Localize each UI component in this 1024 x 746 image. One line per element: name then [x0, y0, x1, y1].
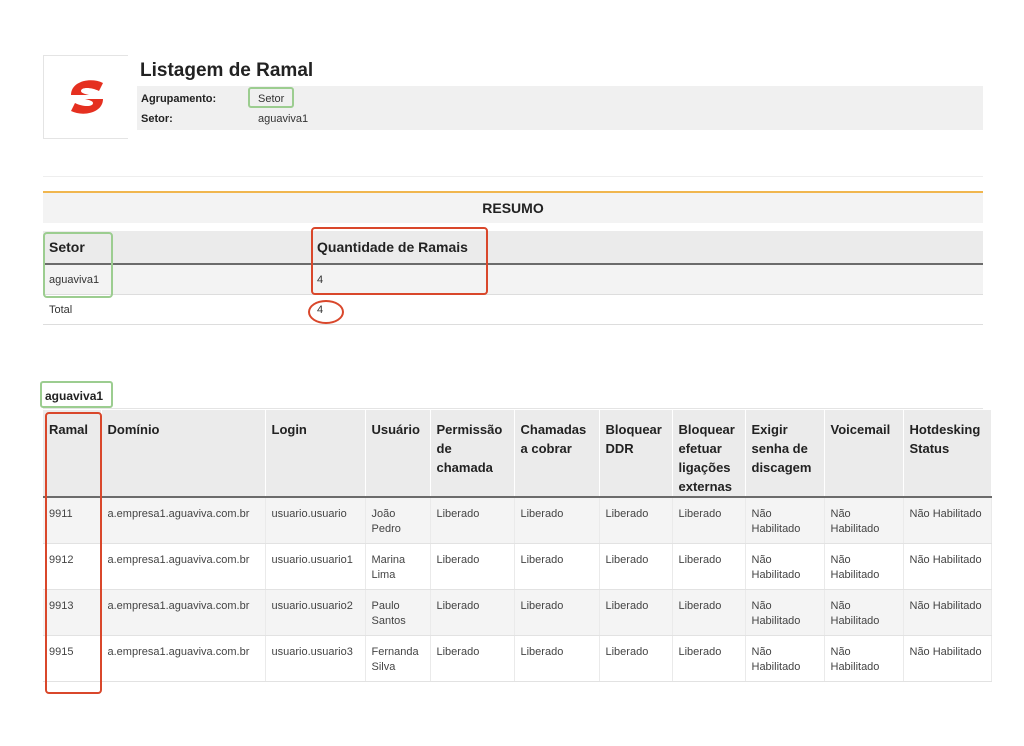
highlight-grouping-value	[248, 87, 294, 108]
cell-bloquear-externas: Liberado	[672, 543, 746, 590]
cell-bloquear-ddr: Liberado	[599, 635, 673, 682]
col-login: Login	[265, 410, 366, 498]
highlight-group-heading	[40, 381, 113, 408]
grouping-label: Agrupamento:	[141, 93, 217, 105]
cell-login: usuario.usuario	[265, 497, 366, 544]
cell-permissao: Liberado	[430, 635, 515, 682]
brand-logo-icon	[71, 80, 103, 114]
cell-bloquear-externas: Liberado	[672, 589, 746, 636]
cell-chamadas-cobrar: Liberado	[514, 635, 600, 682]
sector-label: Setor:	[141, 113, 173, 125]
summary-row: aguaviva1 4	[43, 264, 983, 295]
col-voicemail: Voicemail	[824, 410, 904, 498]
highlight-quantidade-column	[311, 227, 488, 295]
highlight-total-value	[308, 300, 344, 324]
cell-bloquear-ddr: Liberado	[599, 497, 673, 544]
cell-hotdesking: Não Habilitado	[903, 589, 992, 636]
cell-dominio: a.empresa1.aguaviva.com.br	[101, 635, 266, 682]
summary-total-row: Total 4	[43, 294, 983, 325]
cell-dominio: a.empresa1.aguaviva.com.br	[101, 589, 266, 636]
col-bloquear-ddr: Bloquear DDR	[599, 410, 673, 498]
cell-login: usuario.usuario1	[265, 543, 366, 590]
extensions-table: Ramal Domínio Login Usuário Permissão de…	[43, 410, 992, 682]
table-row: 9911 a.empresa1.aguaviva.com.br usuario.…	[43, 497, 992, 544]
table-row: 9912 a.empresa1.aguaviva.com.br usuario.…	[43, 543, 992, 590]
cell-chamadas-cobrar: Liberado	[514, 497, 600, 544]
cell-voicemail: Não Habilitado	[824, 589, 904, 636]
cell-exigir-senha: Não Habilitado	[745, 635, 825, 682]
divider	[43, 408, 983, 409]
cell-bloquear-externas: Liberado	[672, 497, 746, 544]
cell-hotdesking: Não Habilitado	[903, 543, 992, 590]
cell-usuario: Paulo Santos	[365, 589, 431, 636]
cell-bloquear-ddr: Liberado	[599, 589, 673, 636]
cell-usuario: Marina Lima	[365, 543, 431, 590]
cell-dominio: a.empresa1.aguaviva.com.br	[101, 497, 266, 544]
cell-usuario: Fernanda Silva	[365, 635, 431, 682]
summary-header-row: Setor Quantidade de Ramais	[43, 231, 983, 265]
col-bloquear-externas: Bloquear efetuar ligações externas	[672, 410, 746, 498]
summary-total-label: Total	[43, 294, 311, 325]
col-usuario: Usuário	[365, 410, 431, 498]
cell-login: usuario.usuario2	[265, 589, 366, 636]
cell-chamadas-cobrar: Liberado	[514, 543, 600, 590]
cell-permissao: Liberado	[430, 497, 515, 544]
cell-hotdesking: Não Habilitado	[903, 497, 992, 544]
cell-bloquear-ddr: Liberado	[599, 543, 673, 590]
col-exigir-senha: Exigir senha de discagem	[745, 410, 825, 498]
table-header-row: Ramal Domínio Login Usuário Permissão de…	[43, 410, 992, 498]
highlight-ramal-column	[45, 412, 102, 694]
cell-exigir-senha: Não Habilitado	[745, 543, 825, 590]
cell-login: usuario.usuario3	[265, 635, 366, 682]
col-permissao: Permissão de chamada	[430, 410, 515, 498]
cell-exigir-senha: Não Habilitado	[745, 497, 825, 544]
col-dominio: Domínio	[101, 410, 266, 498]
col-chamadas-cobrar: Chamadas a cobrar	[514, 410, 600, 498]
highlight-setor-column	[43, 232, 113, 298]
col-hotdesking: Hotdesking Status	[903, 410, 992, 498]
logo-box	[43, 55, 128, 139]
cell-permissao: Liberado	[430, 543, 515, 590]
summary-table: Setor Quantidade de Ramais aguaviva1 4 T…	[43, 231, 983, 325]
divider	[43, 176, 983, 177]
summary-total-value: 4	[311, 294, 983, 325]
cell-permissao: Liberado	[430, 589, 515, 636]
cell-hotdesking: Não Habilitado	[903, 635, 992, 682]
cell-dominio: a.empresa1.aguaviva.com.br	[101, 543, 266, 590]
cell-voicemail: Não Habilitado	[824, 497, 904, 544]
summary-title: RESUMO	[43, 193, 983, 223]
cell-usuario: João Pedro	[365, 497, 431, 544]
sector-value: aguaviva1	[258, 113, 309, 125]
cell-voicemail: Não Habilitado	[824, 543, 904, 590]
table-row: 9913 a.empresa1.aguaviva.com.br usuario.…	[43, 589, 992, 636]
cell-voicemail: Não Habilitado	[824, 635, 904, 682]
table-row: 9915 a.empresa1.aguaviva.com.br usuario.…	[43, 635, 992, 682]
page-title: Listagem de Ramal	[140, 60, 314, 81]
cell-exigir-senha: Não Habilitado	[745, 589, 825, 636]
cell-bloquear-externas: Liberado	[672, 635, 746, 682]
cell-chamadas-cobrar: Liberado	[514, 589, 600, 636]
